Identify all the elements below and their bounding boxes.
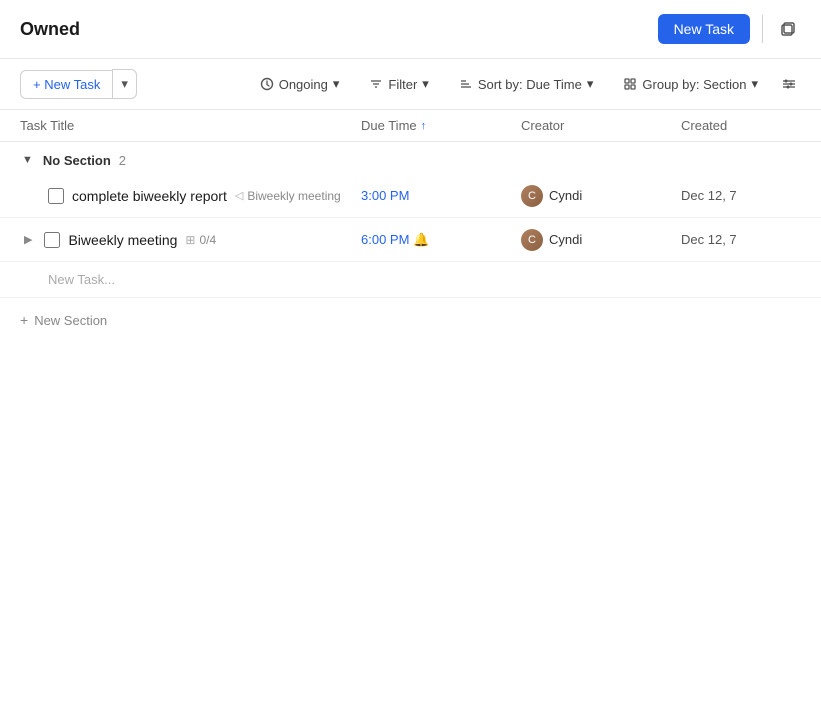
page-header: Owned New Task — [0, 0, 821, 59]
task-creator: C Cyndi — [521, 185, 681, 207]
task-due-time: 3:00 PM — [361, 188, 521, 203]
task-created: Dec 12, 7 — [681, 188, 801, 203]
new-task-toolbar-button[interactable]: + New Task — [20, 70, 112, 99]
new-section-label: New Section — [34, 313, 107, 328]
subtask-indicator: ⊞ 0/4 — [185, 233, 216, 247]
task-due-time: 6:00 PM 🔔 — [361, 232, 521, 248]
col-created-label: Created — [681, 118, 727, 133]
subtask-icon: ⊞ — [185, 233, 195, 247]
duplicate-view-button[interactable] — [775, 16, 801, 42]
creator-name: Cyndi — [549, 232, 582, 247]
link-icon: ◁ — [235, 189, 243, 202]
section-collapse-button[interactable]: ▼ — [20, 152, 35, 168]
section-name: No Section — [43, 153, 111, 168]
task-title-cell: ▶ Biweekly meeting ⊞ 0/4 — [20, 223, 361, 256]
subtask-count: 0/4 — [199, 233, 216, 247]
task-checkbox[interactable] — [44, 232, 60, 248]
duplicate-icon — [779, 20, 797, 38]
due-time-value: 3:00 PM — [361, 188, 409, 203]
sort-label: Sort by: Due Time — [478, 77, 582, 92]
ongoing-filter-button[interactable]: Ongoing ▾ — [249, 70, 351, 98]
col-header-title: Task Title — [20, 118, 361, 133]
filter-button[interactable]: Filter ▾ — [358, 70, 439, 98]
adjust-columns-button[interactable] — [777, 72, 801, 96]
adjust-icon — [781, 76, 797, 92]
header-divider — [762, 15, 763, 43]
plus-icon: + — [20, 312, 28, 328]
task-expand-button[interactable]: ▶ — [20, 231, 36, 248]
new-task-header-button[interactable]: New Task — [658, 14, 750, 44]
new-task-split-button: + New Task ▾ — [20, 69, 137, 99]
col-header-created: Created — [681, 118, 801, 133]
task-checkbox[interactable] — [48, 188, 64, 204]
header-actions: New Task — [658, 14, 801, 44]
task-name: complete biweekly report — [72, 188, 227, 204]
task-tag: ◁ Biweekly meeting — [235, 189, 341, 203]
sort-asc-icon: ↑ — [421, 120, 427, 132]
avatar: C — [521, 185, 543, 207]
no-section-header: ▼ No Section 2 — [0, 142, 821, 174]
table-row: ▶ Biweekly meeting ⊞ 0/4 6:00 PM 🔔 C Cyn… — [0, 218, 821, 262]
table-row: complete biweekly report ◁ Biweekly meet… — [0, 174, 821, 218]
avatar-image: C — [521, 229, 543, 251]
task-title-cell: complete biweekly report ◁ Biweekly meet… — [20, 180, 361, 212]
new-task-placeholder: New Task... — [48, 272, 115, 287]
col-header-creator: Creator — [521, 118, 681, 133]
task-name: Biweekly meeting — [68, 232, 177, 248]
new-section-button[interactable]: + New Section — [0, 298, 821, 342]
ongoing-chevron-icon: ▾ — [333, 76, 340, 92]
sort-chevron-icon: ▾ — [587, 76, 594, 92]
group-chevron-icon: ▾ — [751, 76, 758, 92]
creator-name: Cyndi — [549, 188, 582, 203]
group-label: Group by: Section — [642, 77, 746, 92]
filter-icon — [369, 77, 383, 91]
sort-icon — [459, 77, 473, 91]
ongoing-icon — [260, 77, 274, 91]
table-header: Task Title Due Time ↑ Creator Created — [0, 110, 821, 142]
group-button[interactable]: Group by: Section ▾ — [612, 70, 769, 98]
col-title-label: Task Title — [20, 118, 74, 133]
new-task-dropdown-button[interactable]: ▾ — [112, 69, 137, 99]
toolbar: + New Task ▾ Ongoing ▾ Filter ▾ Sort by:… — [0, 59, 821, 110]
filter-chevron-icon: ▾ — [422, 76, 429, 92]
due-time-value: 6:00 PM — [361, 232, 409, 247]
sort-button[interactable]: Sort by: Due Time ▾ — [448, 70, 605, 98]
col-header-due-time[interactable]: Due Time ↑ — [361, 118, 521, 133]
avatar: C — [521, 229, 543, 251]
section-count: 2 — [119, 153, 126, 168]
avatar-image: C — [521, 185, 543, 207]
col-creator-label: Creator — [521, 118, 564, 133]
task-created: Dec 12, 7 — [681, 232, 801, 247]
col-due-label: Due Time — [361, 118, 417, 133]
dropdown-arrow-icon: ▾ — [121, 76, 128, 91]
filter-label: Filter — [388, 77, 417, 92]
page-title: Owned — [20, 19, 80, 40]
ongoing-label: Ongoing — [279, 77, 328, 92]
bell-icon: 🔔 — [413, 232, 429, 248]
tag-label: Biweekly meeting — [247, 189, 340, 203]
group-icon — [623, 77, 637, 91]
new-task-inline[interactable]: New Task... — [0, 262, 821, 298]
task-creator: C Cyndi — [521, 229, 681, 251]
